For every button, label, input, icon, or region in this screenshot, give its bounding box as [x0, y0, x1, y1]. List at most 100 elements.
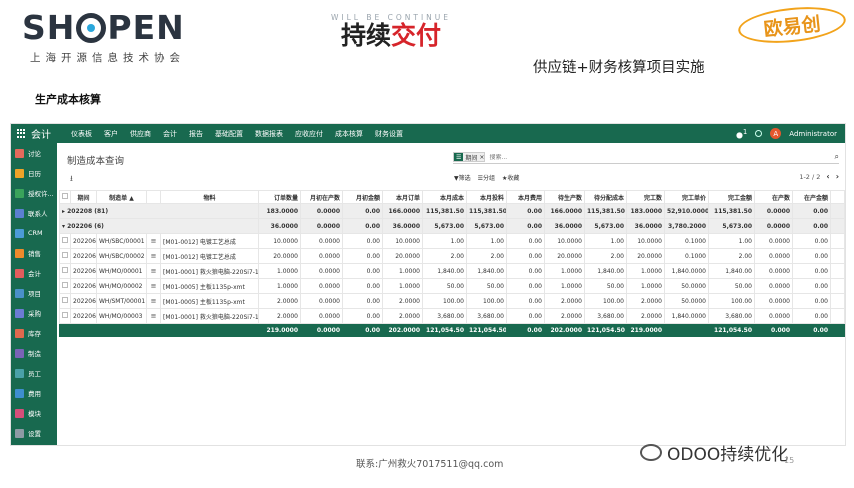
row-checkbox[interactable] [59, 263, 71, 279]
list-icon[interactable]: ≡ [146, 233, 161, 249]
row-checkbox[interactable] [59, 308, 71, 324]
column-header[interactable]: 在产金额 [792, 190, 831, 204]
sidebar-item[interactable]: 设置 [11, 423, 57, 443]
table-row[interactable]: 202206 WH/MO/00001 ≡ [M01-0001] 救火狼电脑-220Si… [59, 263, 845, 279]
period-cell: 202206 [70, 293, 97, 309]
value-cell: 100.00 [584, 293, 627, 309]
column-header[interactable]: 制造单 ▲ [96, 190, 147, 204]
value-cell: 50.00 [584, 278, 627, 294]
menu-item[interactable]: 会计 [157, 129, 183, 139]
search-facet[interactable]: ☰ 期间 × [453, 152, 486, 162]
sidebar-item[interactable]: 联系人 [11, 203, 57, 223]
column-header[interactable]: 在产数 [754, 190, 793, 204]
order-cell[interactable]: WH/SMT/00001 [96, 293, 147, 309]
groupby-button[interactable]: ☰分组 [478, 173, 495, 182]
column-header[interactable]: 期间 [70, 190, 97, 204]
column-header[interactable]: 月初在产数 [300, 190, 343, 204]
select-all-checkbox[interactable] [59, 190, 71, 204]
sidebar-item[interactable]: 项目 [11, 283, 57, 303]
list-icon[interactable]: ≡ [146, 263, 161, 279]
menu-item[interactable]: 客户 [98, 129, 124, 139]
sidebar-item[interactable]: 库存 [11, 323, 57, 343]
pager-next-icon[interactable]: › [836, 172, 839, 181]
sidebar-item[interactable]: 费用 [11, 383, 57, 403]
column-header[interactable]: 月初金额 [342, 190, 383, 204]
spacer-cell [830, 278, 845, 294]
order-cell[interactable]: WH/SBC/00001 [96, 233, 147, 249]
total-cell: 0.000 [754, 323, 793, 337]
order-cell[interactable]: WH/SBC/00002 [96, 248, 147, 264]
row-checkbox[interactable] [59, 293, 71, 309]
sidebar-item[interactable]: 销售 [11, 243, 57, 263]
filter-button[interactable]: ▼筛选 [454, 173, 471, 182]
column-header[interactable]: 订单数量 [258, 190, 301, 204]
menu-item[interactable]: 基础配置 [209, 129, 249, 139]
column-header[interactable]: 完工金额 [708, 190, 755, 204]
sidebar-item-label: 采购 [28, 310, 41, 318]
order-cell[interactable]: WH/MO/00002 [96, 278, 147, 294]
row-checkbox[interactable] [59, 233, 71, 249]
column-options-icon[interactable] [830, 190, 845, 204]
table-row[interactable]: 202206 WH/SBC/00002 ≡ [M01-0012] 电镀工艺总成 20.0… [59, 248, 845, 264]
group-row[interactable]: ▸ 202208 (81) 183.0000 0.0000 0.00 166.0000 1… [59, 203, 845, 219]
apps-grid-icon[interactable] [17, 129, 26, 138]
app-name[interactable]: 会计 [31, 126, 51, 141]
column-header[interactable]: 完工单价 [664, 190, 709, 204]
menu-item[interactable]: 供应商 [124, 129, 157, 139]
facet-remove-icon[interactable]: × [479, 154, 484, 161]
sidebar-item-label: 联系人 [28, 210, 48, 218]
menu-item[interactable]: 财务设置 [369, 129, 409, 139]
sidebar-item[interactable]: 采购 [11, 303, 57, 323]
group-row[interactable]: ▾ 202206 (6) 36.0000 0.0000 0.00 36.0000 5,67… [59, 218, 845, 234]
pager-prev-icon[interactable]: ‹ [826, 172, 829, 181]
sidebar-item[interactable]: 日历 [11, 163, 57, 183]
menu-item[interactable]: 仪表板 [65, 129, 98, 139]
menu-item[interactable]: 成本核算 [329, 129, 369, 139]
list-icon[interactable]: ≡ [146, 293, 161, 309]
value-cell: 0.00 [506, 293, 545, 309]
row-checkbox[interactable] [59, 248, 71, 264]
user-avatar[interactable]: A [770, 128, 782, 139]
column-header[interactable]: 完工数 [626, 190, 665, 204]
order-cell[interactable]: WH/MO/00001 [96, 263, 147, 279]
list-icon[interactable]: ≡ [146, 278, 161, 294]
pager-value[interactable]: 1-2 / 2 [799, 173, 820, 181]
value-cell: 0.00 [506, 308, 545, 324]
order-cell[interactable]: WH/MO/00003 [96, 308, 147, 324]
list-icon[interactable]: ≡ [146, 248, 161, 264]
sidebar-item[interactable]: 授权许... [11, 183, 57, 203]
favorites-button[interactable]: ★收藏 [502, 173, 519, 182]
sidebar-item[interactable]: 员工 [11, 363, 57, 383]
sidebar-item[interactable]: 制造 [11, 343, 57, 363]
table-row[interactable]: 202206 WH/SMT/00001 ≡ [M01-0005] 主板1135p-xm… [59, 293, 845, 309]
search-input[interactable] [489, 153, 835, 161]
column-header[interactable]: 本月成本 [422, 190, 467, 204]
list-icon[interactable]: ≡ [146, 308, 161, 324]
table-row[interactable]: 202206 WH/SBC/00001 ≡ [M01-0012] 电镀工艺总成 10.0… [59, 233, 845, 249]
value-cell: 1,840.0000 [664, 263, 709, 279]
menu-item[interactable]: 数据报表 [249, 129, 289, 139]
column-header[interactable]: 本月费用 [506, 190, 545, 204]
sidebar-item[interactable]: CRM [11, 223, 57, 243]
table-row[interactable]: 202206 WH/MO/00003 ≡ [M01-0001] 救火狼电脑-220Si… [59, 308, 845, 324]
column-header[interactable]: 待生产数 [544, 190, 585, 204]
sidebar-item[interactable]: 会计 [11, 263, 57, 283]
sidebar-item[interactable]: 模块 [11, 403, 57, 423]
table-row[interactable]: 202206 WH/MO/00002 ≡ [M01-0005] 主板1135p-xmt… [59, 278, 845, 294]
column-header[interactable]: 本月投料 [466, 190, 507, 204]
column-header[interactable]: 物料 [160, 190, 259, 204]
row-checkbox[interactable] [59, 278, 71, 294]
value-cell: 1.0000 [258, 278, 301, 294]
activity-clock-icon[interactable] [755, 130, 763, 137]
value-cell: 1.0000 [626, 263, 665, 279]
menu-item[interactable]: 报告 [183, 129, 209, 139]
menu-item[interactable]: 应收应付 [289, 129, 329, 139]
sidebar-item[interactable]: 讨论 [11, 143, 57, 163]
user-name[interactable]: Administrator [789, 130, 837, 138]
column-header[interactable]: 待分配成本 [584, 190, 627, 204]
value-cell: 0.00 [792, 248, 831, 264]
search-icon[interactable]: ⌕ [835, 152, 839, 162]
download-icon[interactable]: ⭳ [70, 173, 73, 187]
column-header[interactable]: 本月订单 [382, 190, 423, 204]
chat-icon[interactable]: ●1 [736, 128, 747, 140]
